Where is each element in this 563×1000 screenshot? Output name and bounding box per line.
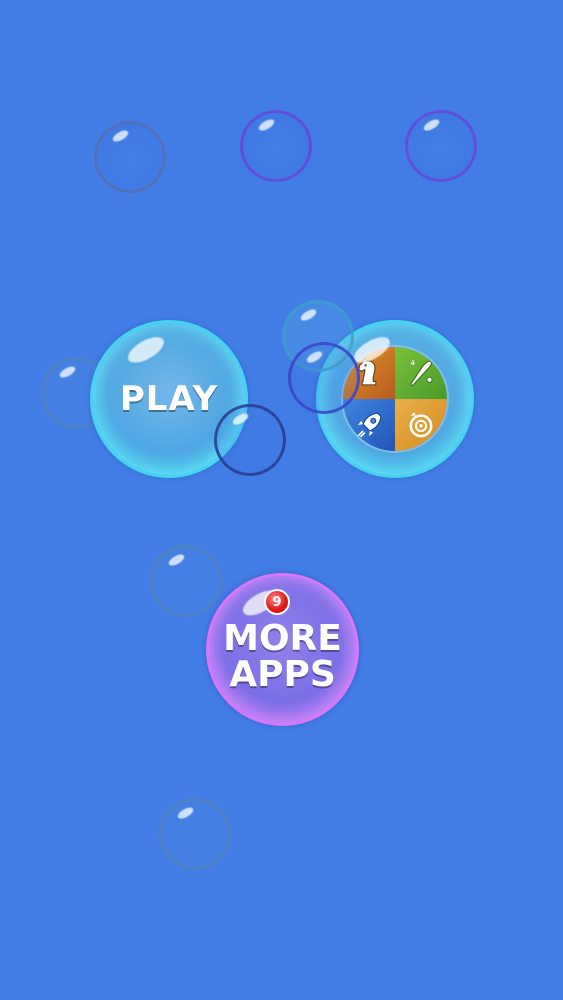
floating-bubble [150,545,222,617]
more-apps-label-line1: MORE [223,617,342,659]
floating-bubble [94,121,166,193]
floating-bubble [214,404,286,476]
games-icon-grid [343,347,447,451]
more-apps-label-line2: APPS [229,653,336,695]
floating-bubble [288,342,360,414]
floating-bubble [240,110,312,182]
rocket-icon [343,399,395,451]
floating-bubble [159,798,231,870]
baseball-bat-icon [395,347,447,399]
notification-badge: 9 [264,589,290,615]
play-label: PLAY [119,379,219,419]
floating-bubble [405,110,477,182]
target-timer-icon [395,399,447,451]
